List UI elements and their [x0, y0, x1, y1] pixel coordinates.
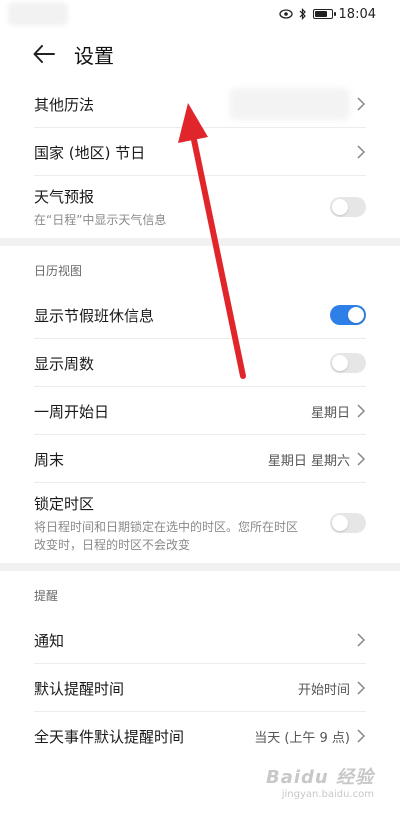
- row-other-calendars[interactable]: 其他历法: [0, 80, 400, 128]
- row-right: [230, 88, 366, 120]
- status-bar: 18:04: [0, 0, 400, 28]
- row-holiday-info: 显示节假班休信息: [0, 291, 400, 339]
- battery-icon: [312, 9, 336, 19]
- row-value: 当天 (上午 9 点): [254, 730, 350, 746]
- row-right: 星期日 星期六: [268, 450, 366, 469]
- row-right: [356, 633, 366, 647]
- chevron-right-icon: [356, 97, 366, 111]
- row-label: 全天事件默认提醒时间: [34, 727, 185, 746]
- chevron-right-icon: [356, 145, 366, 159]
- chevron-right-icon: [356, 681, 366, 695]
- row-label: 周末: [34, 450, 65, 469]
- row-lock-timezone: 锁定时区 将日程时间和日期锁定在选中的时区。您所在时区改变时，日程的时区不会改变: [0, 483, 400, 563]
- row-label: 国家 (地区) 节日: [34, 143, 146, 162]
- row-right: 开始时间: [298, 679, 366, 698]
- row-label: 通知: [34, 631, 65, 650]
- row-label: 显示节假班休信息: [34, 306, 155, 325]
- row-label: 锁定时区: [34, 494, 95, 513]
- row-right: 当天 (上午 9 点): [254, 727, 366, 746]
- chevron-right-icon: [356, 633, 366, 647]
- section-separator: [0, 563, 400, 571]
- row-value: 星期日: [310, 405, 350, 421]
- row-week-start[interactable]: 一周开始日 星期日: [0, 387, 400, 435]
- row-allday-reminder[interactable]: 全天事件默认提醒时间 当天 (上午 9 点): [0, 712, 400, 760]
- chevron-right-icon: [356, 729, 366, 743]
- row-weather: 天气预报 在“日程”中显示天气信息: [0, 176, 400, 238]
- row-week-numbers: 显示周数: [0, 339, 400, 387]
- header: 设置: [0, 28, 400, 80]
- row-sub: 将日程时间和日期锁定在选中的时区。您所在时区改变时，日程的时区不会改变: [34, 519, 299, 552]
- row-label: 一周开始日: [34, 402, 110, 421]
- watermark-sub: jingyan.baidu.com: [281, 789, 374, 800]
- row-right: 星期日: [311, 402, 366, 421]
- chevron-right-icon: [356, 452, 366, 466]
- weather-toggle[interactable]: [330, 197, 366, 217]
- watermark: Baidu 经验 jingyan.baidu.com: [266, 763, 374, 800]
- chevron-right-icon: [356, 404, 366, 418]
- row-label: 显示周数: [34, 354, 95, 373]
- back-arrow-icon[interactable]: [32, 42, 56, 66]
- settings-list: 其他历法 国家 (地区) 节日 天气预报 在“日程”中显示天气信息 日历视图 显…: [0, 80, 400, 760]
- lock-timezone-toggle[interactable]: [330, 513, 366, 533]
- row-default-reminder[interactable]: 默认提醒时间 开始时间: [0, 664, 400, 712]
- row-value: 星期日 星期六: [267, 453, 350, 469]
- row-sub: 在“日程”中显示天气信息: [34, 212, 167, 227]
- holiday-info-toggle[interactable]: [330, 305, 366, 325]
- section-separator: [0, 238, 400, 246]
- row-country-holidays[interactable]: 国家 (地区) 节日: [0, 128, 400, 176]
- row-weekend[interactable]: 周末 星期日 星期六: [0, 435, 400, 483]
- row-label: 其他历法: [34, 95, 95, 114]
- status-left-blurred: [8, 2, 68, 26]
- row-label: 默认提醒时间: [34, 679, 125, 698]
- section-title-reminders: 提醒: [34, 589, 59, 603]
- row-notifications[interactable]: 通知: [0, 616, 400, 664]
- section-title-calendar-view: 日历视图: [34, 264, 83, 278]
- row-value: 开始时间: [297, 682, 350, 698]
- row-right: [356, 145, 366, 159]
- row-label: 天气预报: [34, 187, 95, 206]
- status-time: 18:04: [338, 6, 376, 22]
- watermark-main: Baidu 经验: [265, 767, 374, 788]
- page-title: 设置: [74, 43, 114, 68]
- blurred-value: [230, 88, 350, 120]
- bluetooth-icon: [299, 8, 307, 20]
- eye-icon: [278, 9, 293, 19]
- week-numbers-toggle[interactable]: [330, 353, 366, 373]
